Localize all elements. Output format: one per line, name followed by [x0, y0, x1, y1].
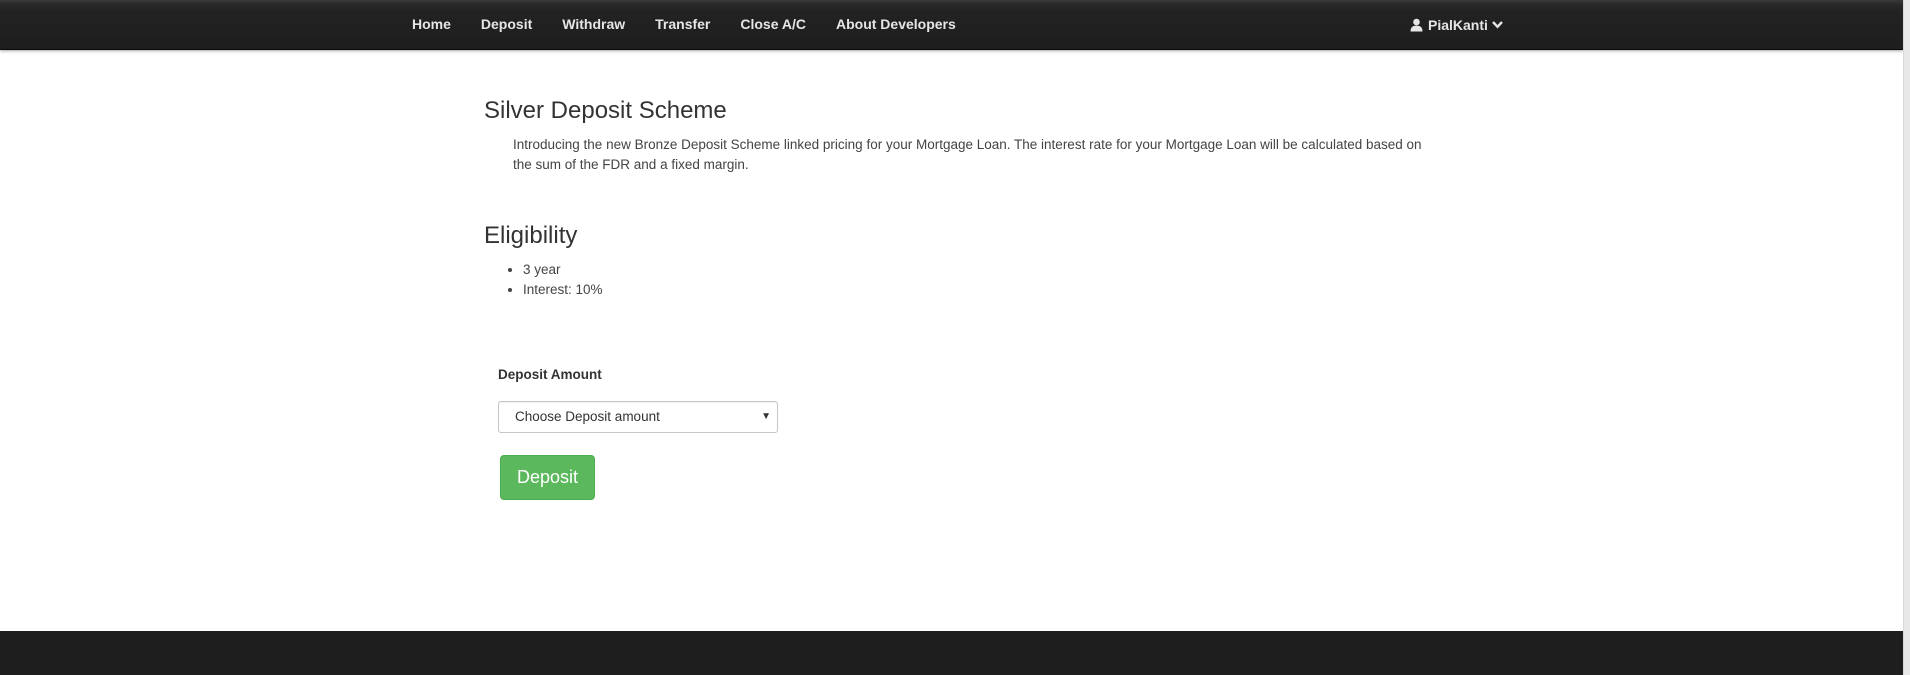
nav-item-about-developers[interactable]: About Developers [821, 0, 971, 49]
eligibility-heading: Eligibility [484, 222, 578, 249]
footer [0, 631, 1903, 675]
deposit-button[interactable]: Deposit [500, 455, 595, 500]
user-name: PialKanti [1428, 16, 1488, 33]
nav-menu: Home Deposit Withdraw Transfer Close A/C… [397, 0, 971, 49]
scheme-description: Introducing the new Bronze Deposit Schem… [513, 137, 1422, 172]
nav-item-close-account[interactable]: Close A/C [725, 0, 821, 49]
eligibility-list: 3 year Interest: 10% [484, 260, 603, 300]
nav-item-home[interactable]: Home [397, 0, 466, 49]
nav-item-transfer[interactable]: Transfer [640, 0, 725, 49]
page: Home Deposit Withdraw Transfer Close A/C… [0, 0, 1910, 675]
deposit-amount-selected-value: Choose Deposit amount [515, 409, 660, 424]
list-item: Interest: 10% [523, 280, 603, 300]
caret-down-icon: ▼ [761, 411, 771, 422]
top-navbar: Home Deposit Withdraw Transfer Close A/C… [0, 0, 1903, 50]
user-icon [1410, 18, 1423, 32]
scrollbar[interactable] [1903, 0, 1910, 675]
user-dropdown-toggle[interactable]: PialKanti [1400, 0, 1513, 49]
page-title: Silver Deposit Scheme [484, 97, 727, 124]
nav-item-deposit[interactable]: Deposit [466, 0, 547, 49]
list-item: 3 year [523, 260, 603, 280]
chevron-down-icon [1492, 20, 1503, 29]
nav-item-withdraw[interactable]: Withdraw [547, 0, 640, 49]
deposit-amount-select[interactable]: Choose Deposit amount ▼ [498, 401, 778, 433]
deposit-amount-label: Deposit Amount [498, 367, 602, 382]
